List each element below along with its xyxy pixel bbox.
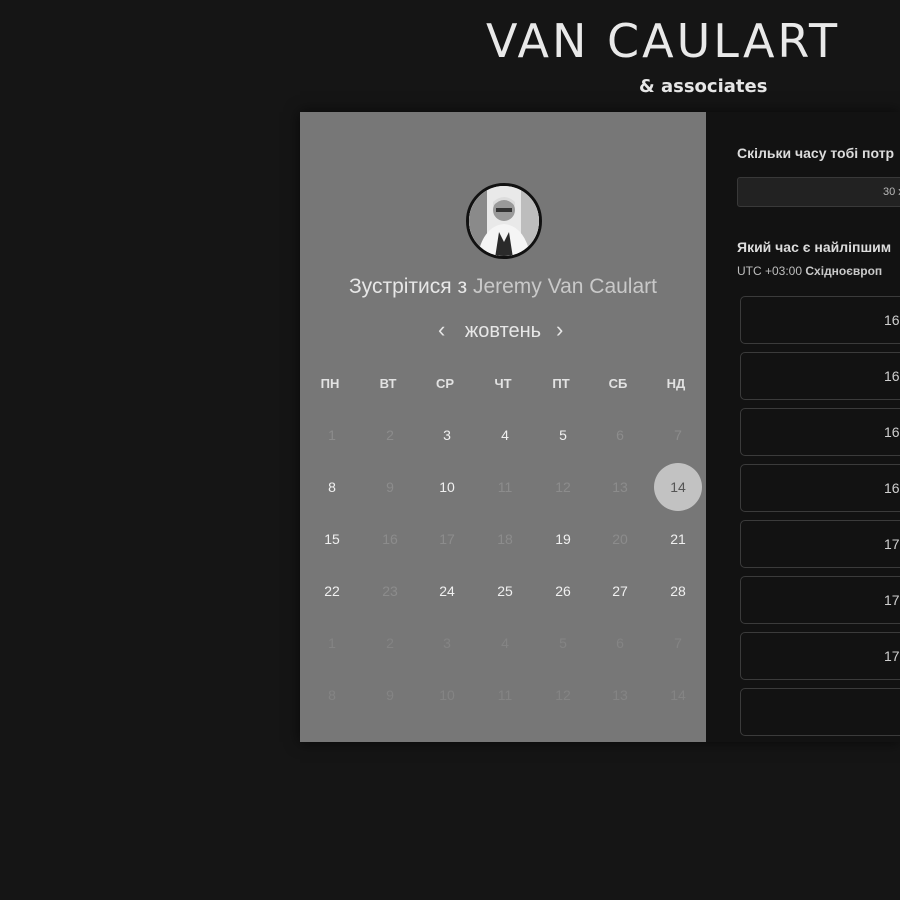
time-slot-button[interactable]: 16 [740,352,900,400]
duration-select[interactable]: 30 х [737,177,900,207]
calendar-day[interactable]: 15 [308,515,356,563]
time-slot-label: 16 [884,480,900,496]
calendar-day: 4 [501,635,509,651]
timezone-name: Східноєвроп [805,264,883,278]
time-slot-label: 16 [884,312,900,328]
weekday-label: СБ [608,376,628,391]
brand-tagline: & associates [639,76,768,97]
calendar-day: 2 [386,427,394,443]
calendar-day[interactable]: 10 [423,463,471,511]
weekday-label: ПТ [552,376,570,391]
weekday-label: СР [435,376,455,391]
calendar-day: 14 [670,687,686,703]
calendar-day: 9 [386,479,394,495]
weekday-label: ВТ [379,376,397,391]
host-avatar [466,183,542,259]
time-question: Який час є найліпшим [737,239,892,255]
calendar-day: 1 [328,427,336,443]
host-name: Jeremy Van Caulart [472,275,657,298]
meeting-title-prefix: Зустрітися з [349,275,468,298]
calendar-day: 20 [612,531,628,547]
person-photo-icon [469,186,539,256]
calendar-day: 1 [328,635,336,651]
time-slot-label: 17 [884,648,900,664]
calendar-day[interactable]: 25 [481,567,529,615]
timezone-offset: UTC +03:00 [737,264,803,278]
weekday-label: ЧТ [494,376,512,391]
calendar-day: 17 [439,531,455,547]
calendar-day: 9 [386,687,394,703]
time-slot-button[interactable] [740,688,900,736]
calendar-day: 11 [497,479,513,495]
calendar-day[interactable]: 21 [654,515,702,563]
time-slot-label: 16 [884,424,900,440]
calendar-day: 10 [439,687,455,703]
calendar-day[interactable]: 24 [423,567,471,615]
calendar-day: 18 [497,531,513,547]
calendar-panel: Зустрітися з Jeremy Van Caulart ‹ жовтен… [300,112,706,742]
calendar-day: 6 [616,427,624,443]
brand-header: VAN CAULART & associates [0,0,900,110]
calendar-day[interactable]: 4 [481,411,529,459]
time-panel: Скільки часу тобі потр 30 х Який час є н… [706,112,900,742]
calendar-day: 8 [328,687,336,703]
month-navigation: ‹ жовтень › [300,317,706,347]
calendar-day: 16 [382,531,398,547]
chevron-right-icon[interactable]: › [556,319,563,341]
time-slot-label: 17 [884,592,900,608]
time-slot-button[interactable]: 16 [740,296,900,344]
calendar-day[interactable]: 8 [308,463,356,511]
brand-logo: VAN CAULART [486,14,841,68]
calendar-day[interactable]: 28 [654,567,702,615]
calendar-day: 2 [386,635,394,651]
calendar-day[interactable]: 27 [596,567,644,615]
calendar-day: 23 [382,583,398,599]
calendar-day[interactable]: 3 [423,411,471,459]
calendar-day: 6 [616,635,624,651]
calendar-day: 5 [559,635,567,651]
calendar-day: 7 [674,427,682,443]
time-slot-button[interactable]: 17 [740,632,900,680]
calendar-day-selected[interactable]: 14 [654,463,702,511]
time-slot-label: 17 [884,536,900,552]
timezone-label[interactable]: UTC +03:00 Східноєвроп [737,264,882,278]
calendar-day: 12 [555,479,571,495]
calendar-day: 12 [555,687,571,703]
calendar-day: 13 [612,687,628,703]
weekday-label: ПН [320,376,340,391]
calendar-day: 11 [497,687,513,703]
weekday-label: НД [666,376,686,391]
calendar-day: 3 [443,635,451,651]
time-slot-button[interactable]: 17 [740,520,900,568]
month-label: жовтень [464,320,542,342]
time-slot-button[interactable]: 16 [740,408,900,456]
calendar-day[interactable]: 22 [308,567,356,615]
calendar-day[interactable]: 5 [539,411,587,459]
duration-value: 30 х [883,186,900,198]
duration-question: Скільки часу тобі потр [737,145,895,161]
time-slot-button[interactable]: 16 [740,464,900,512]
booking-widget: Зустрітися з Jeremy Van Caulart ‹ жовтен… [300,112,900,742]
calendar-day: 7 [674,635,682,651]
calendar-day[interactable]: 19 [539,515,587,563]
calendar-day: 13 [612,479,628,495]
time-slot-button[interactable]: 17 [740,576,900,624]
calendar-day[interactable]: 26 [539,567,587,615]
time-slot-label: 16 [884,368,900,384]
meeting-title: Зустрітися з Jeremy Van Caulart [300,274,706,299]
